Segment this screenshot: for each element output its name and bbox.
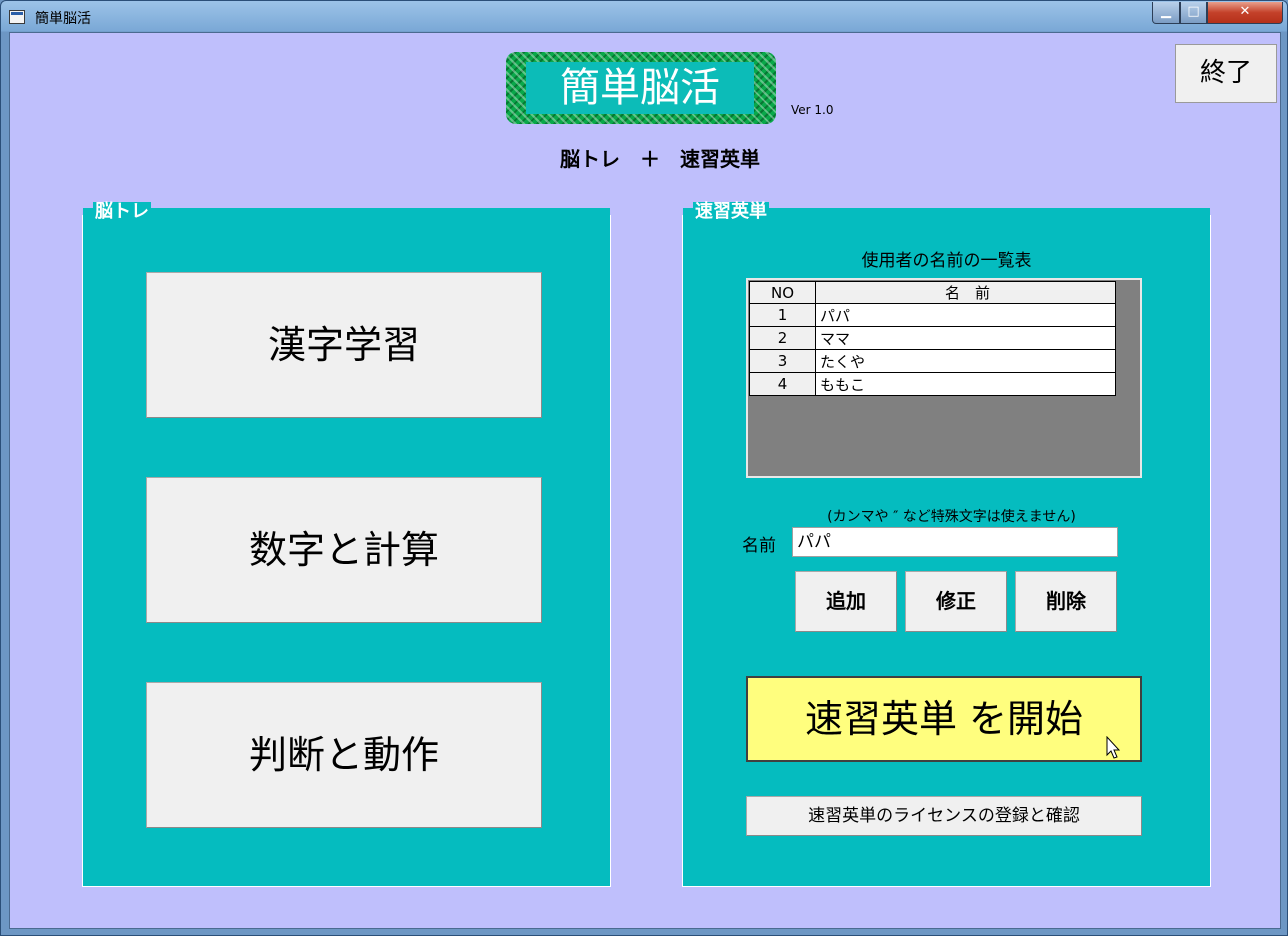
column-header-no[interactable]: NO [749,281,816,304]
user-list-caption: 使用者の名前の一覧表 [861,251,1032,271]
english-group: 速習英単 使用者の名前の一覧表 NO 名 前 1 パパ 2 ママ 3 たくや 4… [682,202,1211,887]
numbers-calc-button[interactable]: 数字と計算 [146,477,542,623]
name-input[interactable]: パパ [792,527,1118,557]
row-name: ももこ [815,372,1116,396]
row-name: パパ [815,303,1116,327]
user-table: NO 名 前 1 パパ 2 ママ 3 たくや 4 ももこ [749,281,1116,396]
table-header-row: NO 名 前 [749,281,1116,304]
user-grid[interactable]: NO 名 前 1 パパ 2 ママ 3 たくや 4 ももこ [746,278,1142,478]
mouse-cursor-icon [1106,736,1120,759]
row-no: 1 [749,303,816,327]
app-icon [9,10,25,24]
exit-button[interactable]: 終了 [1175,44,1277,103]
brain-training-group: 脳トレ 漢字学習 数字と計算 判断と動作 [82,202,611,887]
maximize-button[interactable]: □ [1180,2,1207,24]
app-logo: 簡単脳活 [506,52,776,124]
judgement-action-button[interactable]: 判断と動作 [146,682,542,828]
row-no: 3 [749,349,816,373]
logo-text: 簡単脳活 [526,62,754,114]
english-group-label: 速習英単 [693,201,769,222]
minimize-button[interactable]: ▁ [1152,2,1180,24]
delete-button[interactable]: 削除 [1015,571,1117,632]
special-char-note: (カンマや ″ など特殊文字は使えません) [827,509,1076,525]
edit-button[interactable]: 修正 [905,571,1007,632]
row-no: 2 [749,326,816,350]
license-button[interactable]: 速習英単のライセンスの登録と確認 [746,796,1142,836]
version-label: Ver 1.0 [791,103,834,117]
start-english-button[interactable]: 速習英単 を開始 [746,676,1142,762]
table-row[interactable]: 1 パパ [749,303,1116,327]
column-header-name[interactable]: 名 前 [815,281,1116,304]
window-title: 簡単脳活 [35,11,91,27]
table-row[interactable]: 3 たくや [749,349,1116,373]
close-button[interactable]: ✕ [1207,2,1283,24]
add-button[interactable]: 追加 [795,571,897,632]
client-area: 簡単脳活 Ver 1.0 脳トレ ＋ 速習英単 終了 脳トレ 漢字学習 数字と計… [9,32,1281,929]
title-bar[interactable]: 簡単脳活 ▁ □ ✕ [1,1,1287,33]
row-name: たくや [815,349,1116,373]
row-no: 4 [749,372,816,396]
row-name: ママ [815,326,1116,350]
name-label: 名前 [742,536,776,556]
table-row[interactable]: 4 ももこ [749,372,1116,396]
table-row[interactable]: 2 ママ [749,326,1116,350]
subtitle: 脳トレ ＋ 速習英単 [560,147,760,171]
kanji-study-button[interactable]: 漢字学習 [146,272,542,418]
app-window: 簡単脳活 ▁ □ ✕ 簡単脳活 Ver 1.0 脳トレ ＋ 速習英単 終了 脳ト… [0,0,1288,936]
brain-training-group-label: 脳トレ [93,201,151,222]
